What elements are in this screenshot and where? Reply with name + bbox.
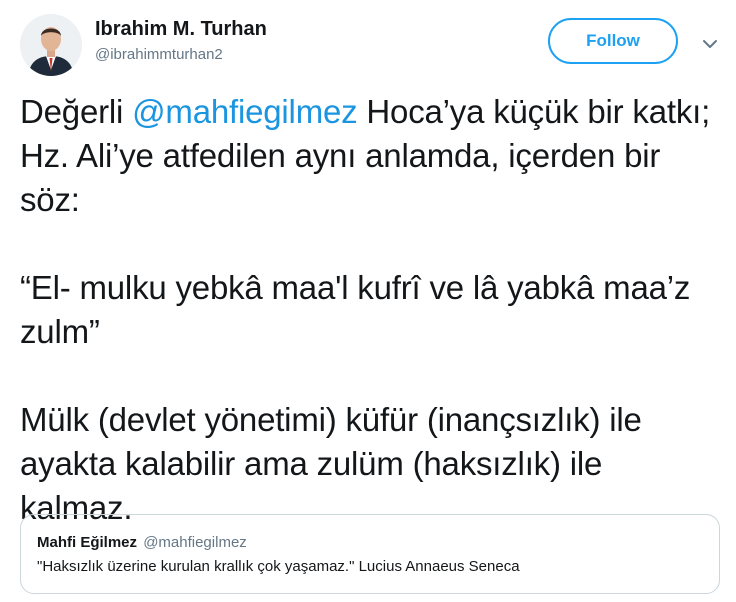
author-info: Ibrahim M. Turhan @ibrahimmturhan2 <box>95 17 267 65</box>
chevron-down-icon[interactable] <box>700 36 720 52</box>
tweet-paragraph-2: “El- mulku yebkâ maa'l kufrî ve lâ yabkâ… <box>20 269 691 350</box>
quoted-author-name: Mahfi Eğilmez <box>37 534 138 551</box>
quoted-tweet-text: "Haksızlık üzerine kurulan krallık çok y… <box>37 558 520 575</box>
quoted-author-handle: @mahfiegilmez <box>143 534 247 551</box>
tweet-paragraph-1: Değerli @mahfiegilmez Hoca’ya küçük bir … <box>20 90 720 222</box>
tweet-text-segment: Değerli <box>20 93 133 130</box>
quoted-tweet-header: Mahfi Eğilmez @mahfiegilmez <box>37 533 703 553</box>
follow-button[interactable]: Follow <box>548 18 678 64</box>
mention-link[interactable]: @mahfiegilmez <box>132 93 358 130</box>
avatar[interactable] <box>20 14 82 76</box>
author-display-name[interactable]: Ibrahim M. Turhan <box>95 17 267 41</box>
tweet-card: Ibrahim M. Turhan @ibrahimmturhan2 Follo… <box>0 0 736 602</box>
quoted-tweet[interactable]: Mahfi Eğilmez @mahfiegilmez "Haksızlık ü… <box>20 514 720 594</box>
tweet-text: Değerli @mahfiegilmez Hoca’ya küçük bir … <box>20 90 720 530</box>
author-screen-name[interactable]: @ibrahimmturhan2 <box>95 45 267 65</box>
tweet-paragraph-3: Mülk (devlet yönetimi) küfür (inançsızlı… <box>20 401 642 526</box>
profile-photo-icon <box>20 14 82 76</box>
